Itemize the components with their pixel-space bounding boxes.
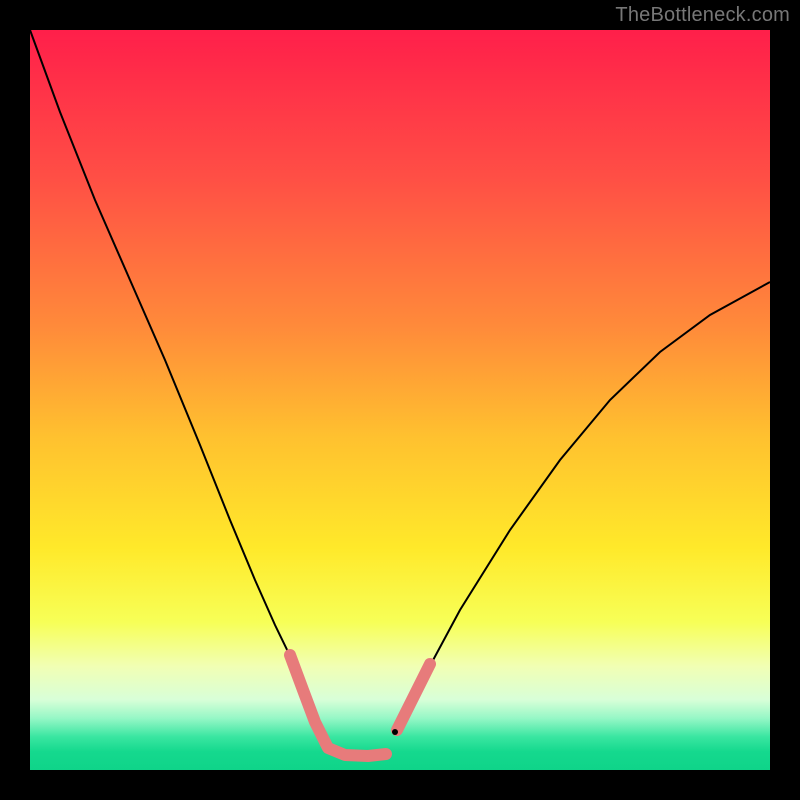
bottleneck-chart: [0, 0, 800, 800]
watermark-text: TheBottleneck.com: [615, 4, 790, 27]
min-point-marker: [392, 729, 398, 735]
chart-stage: TheBottleneck.com: [0, 0, 800, 800]
plot-background: [30, 30, 770, 770]
